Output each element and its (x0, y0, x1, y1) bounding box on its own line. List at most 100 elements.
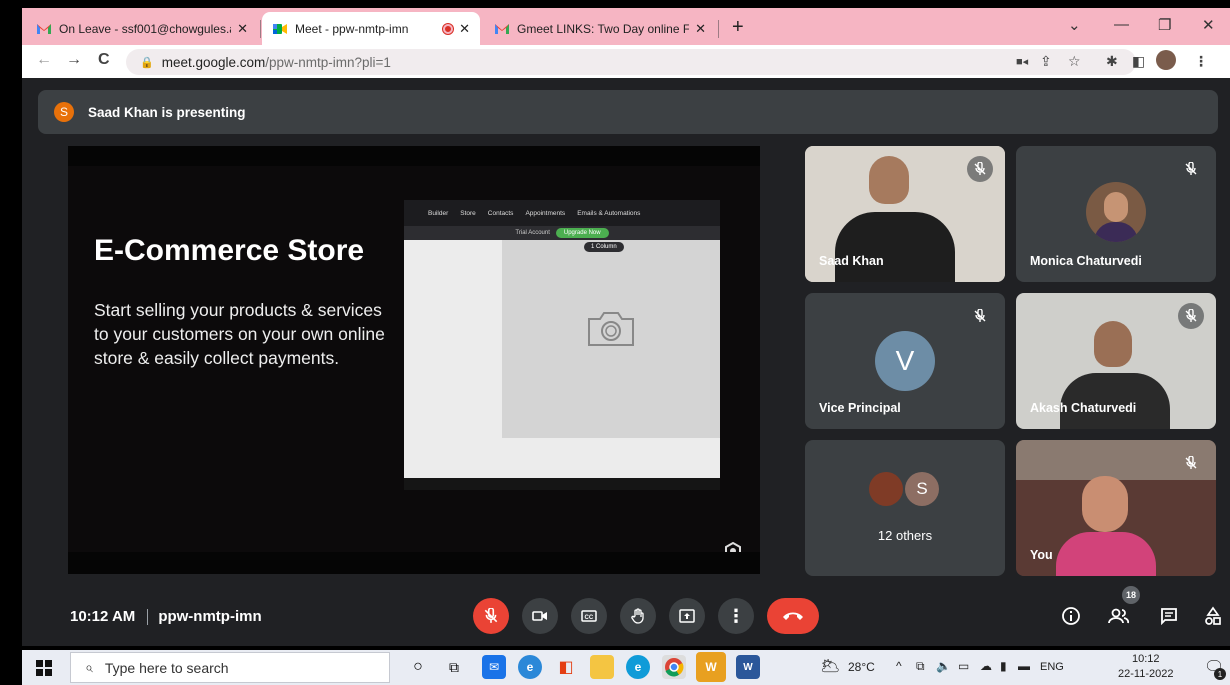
language-indicator[interactable]: ENG (1040, 661, 1064, 673)
forward-icon[interactable]: → (66, 51, 82, 69)
display-icon[interactable]: ▭ (958, 659, 969, 673)
stage-letterbox-bottom (68, 552, 760, 574)
close-window-button[interactable]: ✕ (1202, 16, 1215, 34)
person-body (1056, 532, 1156, 576)
share-icon[interactable]: ⇪ (1040, 53, 1052, 70)
people-count-badge: 18 (1122, 586, 1140, 604)
end-call-icon (783, 612, 803, 620)
close-icon[interactable]: ✕ (237, 21, 248, 37)
participant-tile-akash-chaturvedi[interactable]: Akash Chaturvedi (1016, 293, 1216, 429)
edge-legacy-icon[interactable]: e (518, 655, 542, 679)
tray-overflow-icon[interactable]: ^ (896, 659, 902, 673)
notification-count: 1 (1214, 668, 1226, 680)
reload-icon[interactable]: C (98, 51, 110, 69)
stage-letterbox-top (68, 146, 760, 166)
trial-bar: Trial Account Upgrade Now (404, 226, 720, 240)
presenting-text: Saad Khan is presenting (88, 104, 246, 120)
word-icon[interactable]: W (736, 655, 760, 679)
back-icon[interactable]: ← (36, 51, 52, 69)
meeting-time: 10:12 AM (70, 608, 136, 625)
nav-item: Contacts (487, 209, 514, 217)
chat-button[interactable] (1155, 602, 1183, 630)
people-button[interactable] (1105, 602, 1133, 630)
extensions-icon[interactable]: ✱ (1106, 53, 1118, 70)
network-icon[interactable]: ▬ (1018, 659, 1030, 673)
taskbar-search-box[interactable]: ⌕ Type here to search (70, 652, 390, 683)
captions-icon: CC (581, 610, 597, 622)
leave-call-button[interactable] (767, 598, 819, 634)
participant-tile-vice-principal[interactable]: V Vice Principal (805, 293, 1005, 429)
meet-icon (273, 23, 287, 34)
side-panel-icon[interactable]: ◧ (1132, 53, 1145, 70)
tab-title: Gmeet LINKS: Two Day online FD (517, 21, 690, 36)
new-tab-button[interactable]: + (732, 16, 744, 39)
meet-control-bar: 10:12 AM ppw-nmtp-imn CC ⋮ 18 (44, 586, 1230, 646)
close-icon[interactable]: ✕ (695, 21, 706, 37)
mail-app-icon[interactable]: ✉ (482, 655, 506, 679)
participant-tile-saad-khan[interactable]: Saad Khan (805, 146, 1005, 282)
weather-icon[interactable]: 🌥 (820, 656, 840, 676)
onedrive-icon[interactable]: ☁ (980, 659, 992, 673)
menu-icon[interactable]: ⋮ (1194, 53, 1208, 70)
edge-icon[interactable]: e (626, 655, 650, 679)
avatar-body (1094, 222, 1138, 242)
windows-start-icon[interactable] (36, 660, 52, 676)
close-icon[interactable]: ✕ (459, 21, 470, 37)
divider (147, 609, 149, 626)
recording-icon (443, 23, 454, 34)
camera-indicator-icon[interactable]: ■◂ (1016, 55, 1028, 68)
builder-canvas: 1 Column (404, 240, 720, 478)
muted-mic-icon (1178, 156, 1204, 182)
cortana-icon[interactable]: ○ (406, 655, 430, 679)
bookmark-star-icon[interactable]: ☆ (1068, 53, 1081, 70)
person-body (835, 212, 955, 282)
participant-name: Vice Principal (819, 401, 901, 415)
screenshot-nav: Builder Store Contacts Appointments Emai… (404, 200, 720, 226)
tab-search-icon[interactable]: ⌄ (1068, 16, 1081, 34)
activities-button[interactable] (1199, 602, 1227, 630)
upgrade-label: Upgrade Now (555, 228, 609, 238)
muted-mic-icon (1178, 450, 1204, 476)
chrome-icon[interactable] (662, 655, 686, 679)
minimize-button[interactable]: — (1114, 16, 1129, 33)
meeting-info-button[interactable] (1057, 602, 1085, 630)
participant-tile-you[interactable]: You (1016, 440, 1216, 576)
office-icon[interactable]: ◧ (554, 655, 578, 679)
waveform-app-icon[interactable]: W (696, 652, 726, 682)
browser-toolbar: ← → C 🔒 meet.google.com/ppw-nmtp-imn?pli… (22, 45, 1230, 78)
raise-hand-button[interactable] (620, 598, 656, 634)
tab-strip: On Leave - ssf001@chowgules.ac ✕ Meet - … (22, 8, 1230, 45)
present-now-button[interactable] (669, 598, 705, 634)
presentation-stage[interactable]: E-Commerce Store Start selling your prod… (68, 146, 760, 574)
microphone-tray-icon[interactable]: ▮ (1000, 659, 1007, 673)
captions-button[interactable]: CC (571, 598, 607, 634)
task-view-icon[interactable]: ⧉ (442, 655, 466, 679)
tab-gmail-links[interactable]: Gmeet LINKS: Two Day online FD ✕ (484, 12, 716, 45)
tab-gmail-leave[interactable]: On Leave - ssf001@chowgules.ac ✕ (26, 12, 258, 45)
column-pill: 1 Column (584, 242, 624, 252)
search-icon: ⌕ (85, 659, 93, 675)
windows-taskbar: ⌕ Type here to search ○ ⧉ ✉ e ◧ e W W 🌥 … (22, 650, 1230, 685)
taskbar-clock[interactable]: 10:12 22-11-2022 (1118, 652, 1173, 682)
participant-tile-monica-chaturvedi[interactable]: Monica Chaturvedi (1016, 146, 1216, 282)
presenter-avatar: S (54, 102, 74, 122)
participant-tile-others[interactable]: S 12 others (805, 440, 1005, 576)
file-explorer-icon[interactable] (590, 655, 614, 679)
meeting-code: ppw-nmtp-imn (158, 608, 262, 625)
url-path: /ppw-nmtp-imn?pli=1 (265, 54, 391, 70)
muted-mic-icon (967, 303, 993, 329)
chrome-logo (665, 658, 684, 677)
camera-toggle-button[interactable] (522, 598, 558, 634)
profile-avatar[interactable] (1156, 50, 1176, 70)
meet-tray-icon[interactable]: ⧉ (916, 659, 925, 674)
address-bar[interactable]: 🔒 meet.google.com/ppw-nmtp-imn?pli=1 (126, 49, 1136, 75)
restore-button[interactable]: ❐ (1158, 16, 1171, 34)
tab-meet[interactable]: Meet - ppw-nmtp-imn ✕ (262, 12, 480, 45)
more-options-button[interactable]: ⋮ (718, 598, 754, 634)
volume-icon[interactable]: 🔈 (936, 659, 951, 673)
mic-toggle-button[interactable] (473, 598, 509, 634)
nav-item: Builder (428, 209, 449, 217)
nav-item: Store (460, 209, 476, 217)
search-placeholder: Type here to search (104, 659, 229, 676)
info-icon (1062, 607, 1080, 625)
